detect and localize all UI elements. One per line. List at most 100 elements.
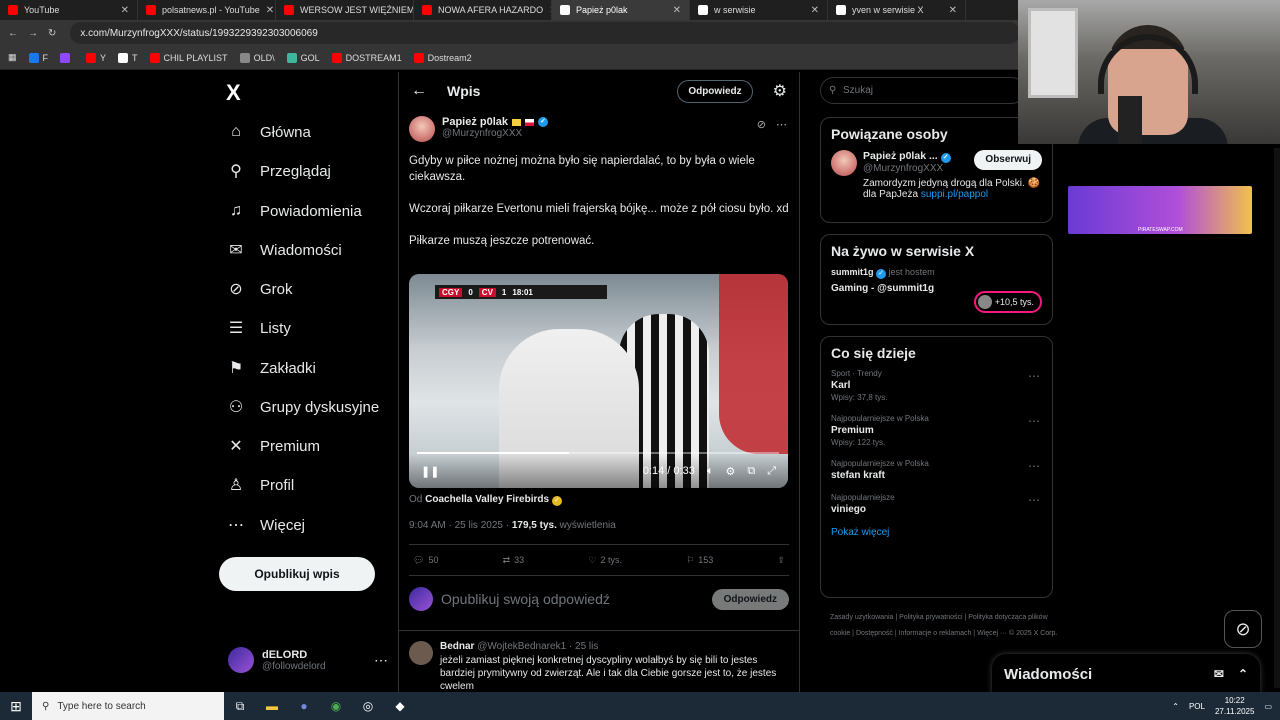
more-icon[interactable]: ⋯: [1028, 459, 1040, 473]
file-explorer-icon[interactable]: ▬: [256, 692, 288, 720]
more-icon[interactable]: ⋯: [776, 118, 787, 131]
bookmark-item[interactable]: CHIL PLAYLIST: [149, 52, 228, 63]
reply-input[interactable]: Opublikuj swoją odpowiedź: [441, 591, 610, 607]
nav-item-9[interactable]: ♙ Profil: [226, 475, 294, 495]
close-icon[interactable]: ✕: [811, 5, 819, 16]
related-person[interactable]: Papież p0lak ... ✓ @MurzynfrogXXX Obserw…: [831, 150, 1042, 176]
nav-item-3[interactable]: ✉ Wiadomości: [226, 240, 341, 260]
browser-tab[interactable]: Papież p0lak ✕: [552, 0, 690, 20]
browser-tab[interactable]: NOWA AFERA HAZARDO✕: [414, 0, 552, 20]
follow-button[interactable]: Obserwuj: [974, 150, 1042, 170]
nav-item-1[interactable]: ⚲ Przeglądaj: [226, 161, 331, 181]
nav-item-8[interactable]: ✕ Premium: [226, 436, 320, 456]
close-icon[interactable]: ✕: [121, 5, 129, 16]
nav-item-10[interactable]: ⋯ Więcej: [226, 515, 305, 535]
avatar[interactable]: [409, 641, 433, 665]
input-language[interactable]: POL: [1189, 702, 1205, 711]
volume-icon[interactable]: 🔈︎: [707, 465, 714, 478]
expand-icon[interactable]: ⌃: [1238, 667, 1248, 681]
obs-icon[interactable]: ◎: [352, 692, 384, 720]
share-icon[interactable]: ⇪: [777, 555, 785, 566]
post-author[interactable]: Papież p0lak ✓ @MurzynfrogXXX: [409, 116, 549, 142]
close-icon[interactable]: ✕: [266, 5, 274, 16]
pip-icon[interactable]: ⧉: [747, 465, 755, 478]
chrome-icon[interactable]: ◉: [320, 692, 352, 720]
avatar[interactable]: [409, 116, 435, 142]
bookmark-item[interactable]: GOL: [286, 52, 320, 63]
browser-tab[interactable]: WERSOW JEST WIĘŹNIEM✕: [276, 0, 414, 20]
messages-drawer[interactable]: Wiadomości ✉ ⌃: [992, 654, 1260, 694]
nav-item-2[interactable]: ♫ Powiadomienia: [226, 201, 362, 221]
discord-icon[interactable]: ●: [288, 692, 320, 720]
post-button[interactable]: Opublikuj wpis: [219, 557, 375, 591]
trend-item[interactable]: Najpopularniejsze viniego ⋯: [831, 493, 1042, 515]
back-arrow-icon[interactable]: ←: [411, 82, 427, 100]
grok-icon[interactable]: ⊘: [1224, 610, 1262, 648]
task-view-icon[interactable]: ⧉: [224, 692, 256, 720]
reply-submit-button[interactable]: Odpowiedz: [711, 588, 789, 610]
nav-item-7[interactable]: ⚇ Grupy dyskusyjne: [226, 397, 379, 417]
url-field[interactable]: x.com/MurzynfrogXXX/status/1993229392303…: [70, 22, 1020, 44]
nav-item-6[interactable]: ⚑ Zakładki: [226, 358, 316, 378]
repost-action[interactable]: ⇄ 33: [503, 555, 525, 566]
like-action[interactable]: ♡ 2 tys.: [588, 555, 622, 566]
person-name[interactable]: Papież p0lak ...: [863, 150, 938, 162]
bookmark-item[interactable]: [60, 52, 74, 63]
filter-icon[interactable]: ⚙: [773, 81, 787, 101]
video-player[interactable]: CGY 0 CV 1 18:01 ❚❚ 0:14 / 0:33 🔈︎ ⚙ ⧉ ⤢: [409, 274, 788, 488]
taskbar-search[interactable]: ⚲ Type here to search: [32, 692, 224, 720]
x-logo[interactable]: X: [226, 80, 241, 106]
pause-icon[interactable]: ❚❚: [421, 465, 439, 478]
bookmark-item[interactable]: Y: [86, 52, 106, 63]
new-message-icon[interactable]: ✉: [1214, 667, 1224, 681]
browser-tab[interactable]: w serwisie ✕: [690, 0, 828, 20]
page-scrollbar[interactable]: [1274, 148, 1280, 688]
fullscreen-icon[interactable]: ⤢: [767, 465, 776, 478]
notifications-icon[interactable]: ▭: [1264, 702, 1272, 711]
bookmark-action[interactable]: ⚐ 153: [686, 555, 713, 566]
reply-header-button[interactable]: Odpowiedz: [677, 79, 753, 103]
clock[interactable]: 10:22 27.11.2025: [1215, 695, 1254, 717]
account-switcher[interactable]: dELORD @followdelord ⋯: [228, 647, 388, 673]
trend-item[interactable]: Najpopularniejsze w Polska Premium Wpisy: …: [831, 414, 1042, 447]
bookmark-item[interactable]: T: [118, 52, 138, 63]
forward-icon[interactable]: →: [28, 28, 38, 39]
live-host[interactable]: summit1g ✓ jest hostem: [831, 267, 1042, 279]
more-icon[interactable]: ⋯: [374, 652, 388, 669]
footer-links[interactable]: Zasady użytkowania | Polityka prywatnośc…: [830, 610, 1060, 642]
post-time[interactable]: 9:04 AM · 25 lis 2025 ·: [409, 520, 509, 531]
bookmark-item[interactable]: F: [28, 52, 48, 63]
avatar[interactable]: [831, 150, 857, 176]
browser-tab[interactable]: yven w serwisie X ✕: [828, 0, 966, 20]
bio-link[interactable]: suppi.pl/pappol: [921, 189, 988, 200]
more-icon[interactable]: ⋯: [1028, 369, 1040, 383]
close-icon[interactable]: ✕: [673, 5, 681, 16]
bookmark-item[interactable]: Dostream2: [413, 52, 472, 63]
nav-item-4[interactable]: ⊘ Grok: [226, 279, 292, 299]
nav-item-5[interactable]: ☰ Listy: [226, 318, 291, 338]
reply-author-name[interactable]: Bednar: [440, 641, 474, 652]
reload-icon[interactable]: ↻: [48, 28, 56, 39]
more-icon[interactable]: ⋯: [1028, 493, 1040, 507]
author-name[interactable]: Papież p0lak: [442, 116, 508, 128]
trend-item[interactable]: Najpopularniejsze w Polska stefan kraft ⋯: [831, 459, 1042, 481]
trend-item[interactable]: Sport · Trendy Karl Wpisy: 37,8 tys. ⋯: [831, 369, 1042, 402]
windows-start-icon[interactable]: ⊞: [0, 692, 32, 720]
nav-item-0[interactable]: ⌂ Główna: [226, 122, 311, 142]
grok-icon[interactable]: ⊘: [757, 118, 766, 131]
settings-icon[interactable]: ⚙: [725, 465, 735, 478]
live-listeners-pill[interactable]: +10,5 tys.: [973, 291, 1042, 313]
more-icon[interactable]: ⋯: [1028, 414, 1040, 428]
tray-chevron-icon[interactable]: ⌃: [1172, 702, 1179, 711]
browser-tab[interactable]: polsatnews.pl - YouTube ✕: [138, 0, 276, 20]
apps-icon[interactable]: ▦: [8, 52, 17, 63]
source-name[interactable]: Coachella Valley Firebirds: [425, 494, 549, 505]
bookmark-item[interactable]: DOSTREAM1: [331, 52, 402, 63]
reply-post[interactable]: Bednar @WojtekBednarek1 · 25 lis jeżeli …: [399, 630, 799, 692]
reply-action[interactable]: 💬︎ 50: [413, 555, 438, 566]
back-icon[interactable]: ←: [8, 28, 18, 39]
search-input[interactable]: ⚲ Szukaj: [820, 77, 1025, 104]
bookmark-item[interactable]: OLD\: [239, 52, 275, 63]
browser-tab[interactable]: YouTube ✕: [0, 0, 138, 20]
close-icon[interactable]: ✕: [949, 5, 957, 16]
